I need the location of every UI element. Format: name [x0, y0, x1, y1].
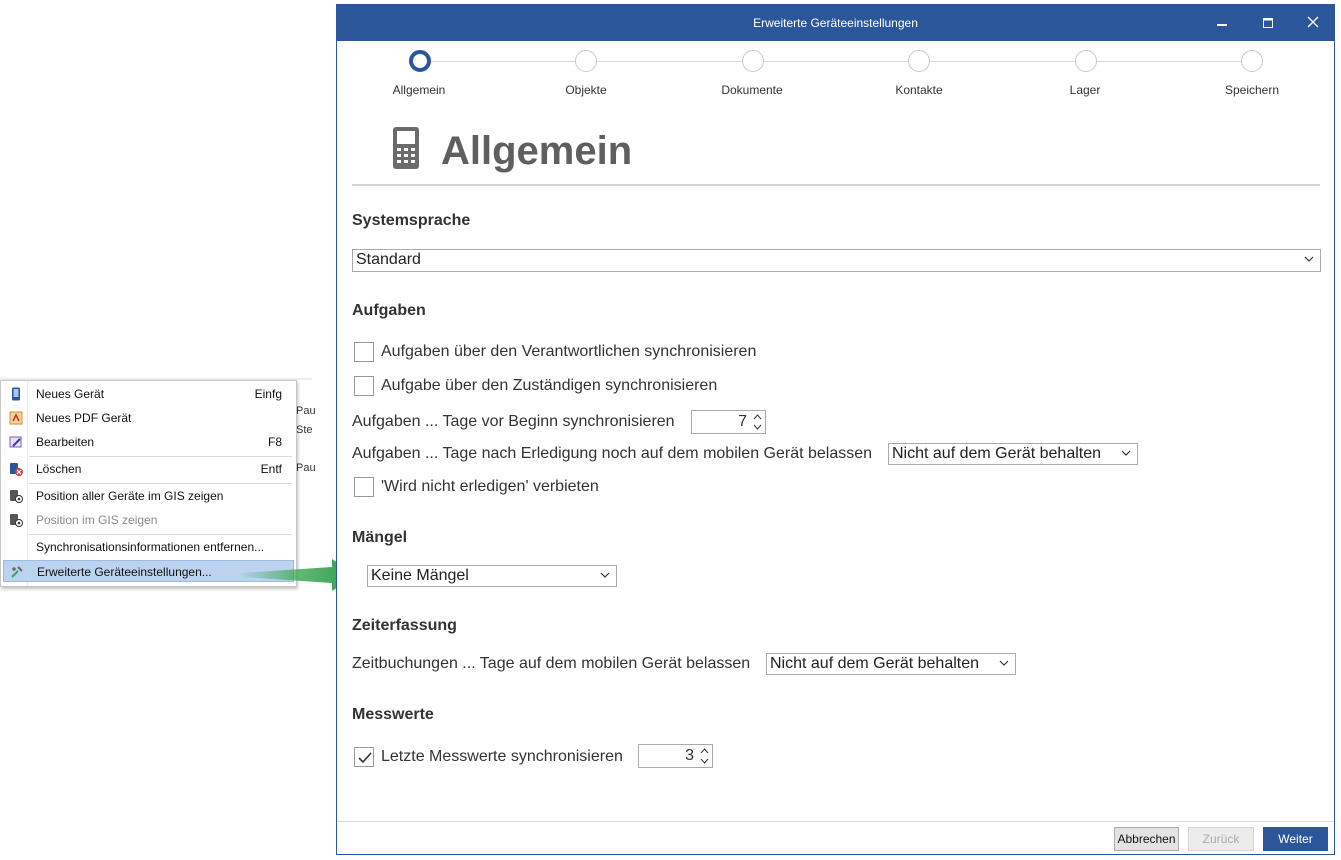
stepper-value: 3: [685, 747, 694, 764]
list-cell: Ste: [296, 424, 313, 436]
chevron-up-icon[interactable]: [753, 413, 762, 421]
menu-item-label: Neues PDF Gerät: [36, 411, 132, 425]
menu-item-label: Neues Gerät: [36, 387, 105, 401]
chevron-down-icon: [1121, 450, 1131, 456]
menu-item-remove-sync-info[interactable]: Synchronisationsinformationen entfernen.…: [3, 536, 294, 558]
system-language-select[interactable]: Standard: [352, 249, 1321, 272]
menu-item-shortcut: Einfg: [254, 387, 282, 401]
select-value: Nicht auf dem Gerät behalten: [770, 655, 980, 672]
step-circle-lager[interactable]: [1075, 50, 1097, 72]
days-before-start-stepper[interactable]: 7: [691, 410, 766, 434]
gis-all-icon: [9, 489, 23, 503]
minimize-icon: [1217, 24, 1227, 26]
menu-item-label: Synchronisationsinformationen entfernen.…: [36, 540, 265, 554]
select-value: Standard: [356, 251, 421, 268]
select-value: Nicht auf dem Gerät behalten: [892, 445, 1102, 462]
menu-item-label: Position im GIS zeigen: [36, 513, 158, 527]
checkbox-label[interactable]: Aufgaben über den Verantwortlichen synch…: [381, 343, 756, 361]
section-heading-maengel: Mängel: [352, 529, 408, 546]
title-divider: [352, 184, 1320, 186]
mobile-phone-icon: [393, 127, 419, 169]
step-label[interactable]: Speichern: [1192, 83, 1312, 97]
menu-item-delete[interactable]: Löschen Entf: [3, 458, 294, 480]
chevron-up-icon[interactable]: [700, 747, 709, 755]
step-label[interactable]: Dokumente: [692, 83, 812, 97]
days-after-completion-select[interactable]: Nicht auf dem Gerät behalten: [888, 443, 1138, 465]
minimize-button[interactable]: [1199, 5, 1245, 41]
list-cell: Pau: [296, 405, 316, 417]
chevron-down-icon: [1304, 256, 1314, 262]
menu-item-edit[interactable]: Bearbeiten F8: [3, 431, 294, 453]
tools-icon: [10, 565, 24, 579]
checkmark-icon: [358, 752, 372, 764]
back-button[interactable]: Zurück: [1188, 827, 1254, 851]
step-circle-allgemein[interactable]: [409, 50, 431, 72]
dialog-title: Erweiterte Geräteeinstellungen: [753, 16, 918, 30]
close-button[interactable]: [1290, 5, 1336, 41]
menu-item-new-pdf-device[interactable]: Neues PDF Gerät: [3, 407, 294, 429]
menu-separator: [29, 534, 292, 535]
footer-divider: [337, 821, 1334, 822]
page-title: Allgemein: [441, 129, 633, 173]
section-heading-aufgaben: Aufgaben: [352, 302, 426, 319]
select-value: Keine Mängel: [371, 567, 469, 584]
checkbox-tasks-responsible[interactable]: [354, 342, 374, 362]
delete-icon: [9, 462, 23, 476]
chevron-down-icon: [999, 660, 1009, 666]
checkbox-label[interactable]: Aufgabe über den Zuständigen synchronisi…: [381, 377, 717, 395]
menu-separator: [29, 483, 292, 484]
chevron-down-icon[interactable]: [700, 757, 709, 765]
phone-icon: [9, 387, 23, 401]
measurements-count-stepper[interactable]: 3: [638, 744, 713, 768]
step-label[interactable]: Kontakte: [859, 83, 979, 97]
maximize-icon: [1263, 18, 1273, 28]
menu-separator: [29, 456, 292, 457]
step-label[interactable]: Lager: [1025, 83, 1145, 97]
field-label: Aufgaben ... Tage vor Beginn synchronisi…: [352, 413, 675, 430]
section-heading-systemsprache: Systemsprache: [352, 212, 471, 229]
checkbox-label[interactable]: 'Wird nicht erledigen' verbieten: [381, 478, 599, 496]
menu-item-label: Position aller Geräte im GIS zeigen: [36, 489, 224, 503]
menu-item-label: Löschen: [36, 462, 82, 476]
maximize-button[interactable]: [1245, 5, 1291, 41]
section-heading-zeiterfassung: Zeiterfassung: [352, 617, 457, 634]
stepper-line: [430, 61, 1245, 62]
step-label[interactable]: Allgemein: [359, 83, 479, 97]
menu-item-new-device[interactable]: Neues Gerät Einfg: [3, 383, 294, 405]
list-cell: Pau: [296, 462, 316, 474]
close-icon: [1307, 16, 1319, 28]
menu-item-label: Erweiterte Geräteeinstellungen...: [37, 565, 212, 579]
time-bookings-days-select[interactable]: Nicht auf dem Gerät behalten: [766, 653, 1016, 675]
checkbox-forbid-not-doing[interactable]: [354, 477, 374, 497]
defects-select[interactable]: Keine Mängel: [367, 565, 617, 587]
stepper-value: 7: [738, 413, 747, 430]
title-bar: Erweiterte Geräteeinstellungen: [337, 5, 1334, 41]
cancel-button[interactable]: Abbrechen: [1114, 827, 1179, 851]
step-circle-dokumente[interactable]: [742, 50, 764, 72]
checkbox-last-measurements[interactable]: [354, 747, 374, 767]
section-heading-messwerte: Messwerte: [352, 706, 434, 723]
checkbox-label[interactable]: Letzte Messwerte synchronisieren: [381, 748, 623, 766]
step-label[interactable]: Objekte: [526, 83, 646, 97]
menu-item-shortcut: Entf: [260, 462, 282, 476]
checkbox-tasks-assignee[interactable]: [354, 376, 374, 396]
menu-item-label: Bearbeiten: [36, 435, 95, 449]
edit-icon: [9, 435, 23, 449]
field-label: Aufgaben ... Tage nach Erledigung noch a…: [352, 445, 873, 462]
chevron-down-icon: [600, 572, 610, 578]
menu-item-gis[interactable]: Position im GIS zeigen: [3, 509, 294, 531]
gis-icon: [9, 513, 23, 527]
next-button[interactable]: Weiter: [1263, 827, 1328, 851]
advanced-device-settings-dialog: Erweiterte Geräteeinstellungen Allgemein…: [336, 4, 1335, 855]
pdf-icon: [9, 411, 23, 425]
chevron-down-icon[interactable]: [753, 423, 762, 431]
step-circle-objekte[interactable]: [575, 50, 597, 72]
menu-item-gis-all[interactable]: Position aller Geräte im GIS zeigen: [3, 485, 294, 507]
step-circle-kontakte[interactable]: [908, 50, 930, 72]
menu-item-shortcut: F8: [267, 435, 282, 449]
step-circle-speichern[interactable]: [1241, 50, 1263, 72]
field-label: Zeitbuchungen ... Tage auf dem mobilen G…: [352, 655, 751, 672]
